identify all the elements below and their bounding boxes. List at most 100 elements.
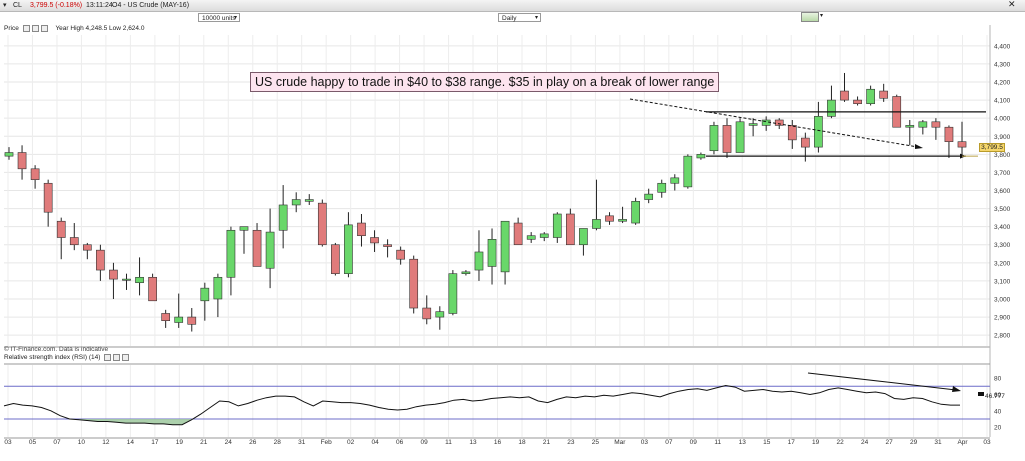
- date-tick-label: 18: [518, 439, 526, 446]
- price-tick-label: 4,300: [994, 61, 1011, 68]
- price-tick-label: 4,100: [994, 98, 1011, 105]
- date-tick-label: 19: [812, 439, 820, 446]
- candle-body: [774, 119, 784, 126]
- candle-body: [161, 313, 171, 321]
- candle-body: [840, 90, 849, 101]
- candle-body: [409, 258, 419, 309]
- date-tick-label: 23: [567, 439, 575, 446]
- candlestick-chart[interactable]: 2,800 2,900 3,000 3,100 3,200 3,300 3,400 3,500…: [0, 0, 1025, 461]
- date-tick-label: 07: [53, 439, 61, 446]
- candle-body: [4, 152, 14, 157]
- candle-body: [605, 215, 614, 222]
- date-tick-label: 03: [641, 439, 649, 446]
- candle-body: [96, 249, 105, 271]
- candle-body: [200, 287, 210, 302]
- price-tick-label: 3,100: [994, 278, 1011, 285]
- date-tick-label: 24: [225, 439, 233, 446]
- date-tick-label: 28: [274, 439, 282, 446]
- candle-body: [291, 199, 301, 206]
- candle-body: [461, 271, 471, 274]
- candle-body: [383, 244, 392, 247]
- candle-body: [657, 182, 667, 193]
- candle-body: [735, 121, 745, 153]
- candle-body: [905, 125, 915, 128]
- oversold-fill: [78, 419, 192, 425]
- trade-annotation[interactable]: US crude happy to trade in $40 to $38 ra…: [250, 72, 720, 92]
- candle-body: [709, 125, 719, 152]
- price-tick-label: 2,800: [994, 333, 1011, 340]
- candle-body: [448, 273, 458, 314]
- price-tick-label: 3,400: [994, 224, 1011, 231]
- candle-body: [278, 204, 288, 231]
- date-tick-label: 13: [739, 439, 747, 446]
- candle-body: [526, 235, 536, 240]
- date-tick-label: 24: [861, 439, 869, 446]
- candle-body: [304, 199, 314, 202]
- date-tick-label: 10: [78, 439, 86, 446]
- candle-body: [109, 269, 118, 280]
- candle-body: [357, 222, 366, 237]
- price-axis: 2,800 2,900 3,000 3,100 3,200 3,300 3,400 3,500…: [994, 43, 1011, 431]
- date-tick-label: 31: [298, 439, 306, 446]
- candle-body: [239, 226, 249, 231]
- candle-body: [631, 201, 640, 224]
- date-tick-label: Apr: [957, 439, 968, 446]
- date-tick-label: 09: [690, 439, 698, 446]
- candle-body: [931, 121, 941, 128]
- date-tick-label: 02: [347, 439, 355, 446]
- date-tick-label: 11: [445, 439, 452, 446]
- candle-body: [344, 224, 353, 274]
- candle-body: [331, 244, 340, 274]
- date-tick-label: 04: [372, 439, 380, 446]
- date-tick-label: 11: [714, 439, 721, 446]
- date-tick-label: 27: [885, 439, 893, 446]
- price-tick-label: 4,400: [994, 43, 1011, 50]
- candle-body: [187, 316, 197, 325]
- price-tick-label: 3,000: [994, 296, 1011, 303]
- candle-body: [422, 307, 432, 320]
- date-tick-label: 17: [788, 439, 796, 446]
- candle-body: [683, 155, 693, 188]
- date-tick-label: 19: [176, 439, 184, 446]
- candle-body: [500, 220, 510, 273]
- candle-body: [957, 141, 967, 148]
- candle-body: [30, 168, 40, 180]
- candle-body: [174, 316, 184, 323]
- date-tick-label: 21: [543, 439, 551, 446]
- candle-body: [17, 152, 27, 170]
- price-tick-label: 3,300: [994, 242, 1011, 249]
- candle-body: [122, 278, 131, 281]
- price-tick-label: 3,700: [994, 170, 1011, 177]
- date-tick-label: 29: [910, 439, 918, 446]
- candle-body: [800, 137, 810, 148]
- candle-body: [252, 229, 262, 267]
- candle-body: [135, 276, 144, 284]
- rsi-last-value: 46.777: [985, 393, 1005, 400]
- candle-body: [579, 228, 588, 246]
- date-tick-label: Mar: [614, 439, 626, 446]
- date-tick-label: 05: [29, 439, 37, 446]
- price-tick-label: 4,200: [994, 80, 1011, 87]
- price-tick-label: 3,800: [994, 152, 1011, 159]
- price-tick-label: 3,600: [994, 188, 1011, 195]
- candle-body: [82, 244, 92, 251]
- candle-body: [787, 125, 797, 141]
- date-tick-label: Feb: [321, 439, 333, 446]
- candle-body: [670, 177, 680, 184]
- date-tick-label: 22: [837, 439, 845, 446]
- candle-body: [435, 311, 445, 318]
- price-tick-label: 3,500: [994, 206, 1011, 213]
- candle-body: [748, 123, 758, 126]
- price-tick-label: 3,900: [994, 134, 1011, 141]
- candle-body: [148, 276, 157, 302]
- candle-body: [396, 249, 405, 260]
- date-tick-label: 03: [983, 439, 991, 446]
- date-tick-label: 13: [469, 439, 477, 446]
- candle-body: [879, 90, 889, 99]
- candle-body: [853, 99, 862, 105]
- candle-body: [592, 219, 601, 229]
- date-tick-label: 03: [4, 439, 12, 446]
- candle-body: [487, 239, 497, 267]
- date-tick-label: 09: [420, 439, 428, 446]
- data-watermark: © IT-Finance.com. Data is indicative: [4, 346, 109, 353]
